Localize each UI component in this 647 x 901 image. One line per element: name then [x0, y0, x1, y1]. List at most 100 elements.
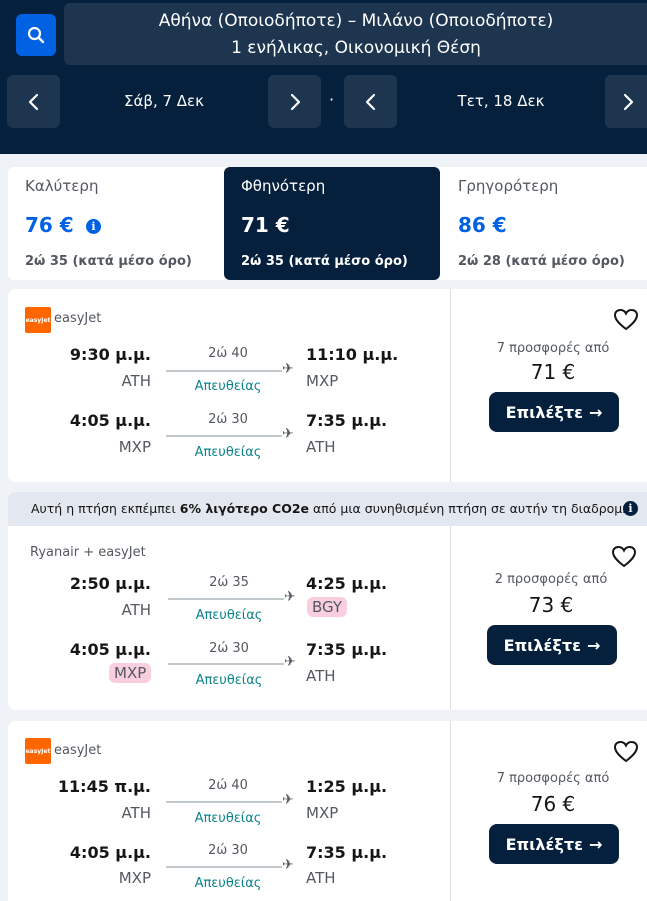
stops-label: Απευθείας — [194, 379, 262, 394]
arrow-right-icon: → — [587, 635, 601, 655]
plane-icon: ✈ — [284, 654, 296, 670]
flight-line — [168, 598, 284, 600]
arrival-time: 7:35 μ.μ. — [306, 843, 388, 862]
route-title: Αθήνα (Οποιοδήποτε) – Μιλάνο (Οποιοδήποτ… — [158, 11, 554, 31]
chevron-right-icon — [623, 93, 633, 110]
departure-time: 2:50 μ.μ. — [69, 574, 151, 593]
return-next-date-button[interactable] — [605, 75, 647, 128]
select-button[interactable]: Επιλέξτε → — [489, 392, 619, 432]
plane-icon: ✈ — [282, 426, 294, 442]
chevron-right-icon — [290, 93, 300, 110]
return-prev-date-button[interactable] — [344, 75, 397, 128]
departure-time: 11:45 π.μ. — [57, 777, 151, 796]
stops-label: Απευθείας — [195, 673, 263, 688]
offers-count: 7 προσφορές από — [496, 771, 610, 786]
arrival-time: 1:25 μ.μ. — [306, 777, 388, 796]
outbound-next-date-button[interactable] — [268, 75, 321, 128]
eco-text: Αυτή η πτήση εκπέμπει 6% λιγότερο CO2e α… — [31, 501, 630, 516]
offers-count: 2 προσφορές από — [494, 572, 608, 587]
plane-icon: ✈ — [284, 589, 296, 605]
departure-time: 9:30 μ.μ. — [69, 345, 151, 364]
search-icon — [27, 26, 45, 44]
departure-airport: MXP — [118, 869, 151, 887]
offers-count: 7 προσφορές από — [496, 341, 610, 356]
search-header: Αθήνα (Οποιοδήποτε) – Μιλάνο (Οποιοδήποτ… — [0, 0, 647, 154]
easyjet-logo: easyJet — [25, 738, 51, 764]
flight-duration: 2ώ 40 — [208, 778, 248, 793]
heart-icon[interactable] — [613, 740, 639, 764]
departure-time: 4:05 μ.μ. — [69, 640, 151, 659]
departure-time: 4:05 μ.μ. — [69, 843, 151, 862]
stops-label: Απευθείας — [194, 876, 262, 891]
airline-name: Ryanair + easyJet — [30, 545, 146, 560]
arrival-time: 11:10 μ.μ. — [306, 345, 399, 364]
arrival-airport: ATH — [306, 438, 336, 456]
search-button[interactable] — [16, 14, 56, 56]
select-button[interactable]: Επιλέξτε → — [487, 625, 617, 665]
departure-airport: ATH — [121, 804, 151, 822]
tab-price: 86 € — [458, 213, 507, 237]
select-button[interactable]: Επιλέξτε → — [489, 824, 619, 864]
chevron-left-icon — [365, 93, 375, 110]
flight-duration: 2ώ 40 — [208, 346, 248, 361]
result-card[interactable]: easyJet easyJet 11:45 π.μ. ATH 2ώ 40 ✈ Α… — [8, 721, 647, 901]
plane-icon: ✈ — [282, 361, 294, 377]
flight-line — [166, 866, 282, 868]
departure-airport: ATH — [121, 372, 151, 390]
price: 71 € — [530, 360, 576, 384]
select-label: Επιλέξτε — [503, 635, 581, 655]
select-label: Επιλέξτε — [505, 834, 583, 854]
date-separator: · — [329, 90, 335, 109]
eco-suffix: από μια συνηθισμένη πτήση σε αυτήν τη δι… — [309, 501, 631, 516]
heart-icon[interactable] — [611, 545, 637, 569]
tab-fastest[interactable]: Γρηγορότερη 86 € 2ώ 28 (κατά μέσο όρο) — [441, 167, 647, 280]
tab-duration: 2ώ 35 (κατά μέσο όρο) — [25, 254, 192, 269]
stops-label: Απευθείας — [194, 445, 262, 460]
easyjet-logo: easyJet — [25, 307, 51, 333]
card-divider — [450, 721, 451, 901]
airline-name: easyJet — [54, 743, 102, 758]
tab-duration: 2ώ 28 (κατά μέσο όρο) — [458, 254, 625, 269]
flight-line — [168, 663, 284, 665]
chevron-left-icon — [28, 93, 38, 110]
plane-icon: ✈ — [282, 792, 294, 808]
departure-time: 4:05 μ.μ. — [69, 411, 151, 430]
tab-label: Καλύτερη — [25, 177, 99, 195]
departure-airport-different: MXP — [109, 663, 152, 683]
flight-duration: 2ώ 30 — [209, 641, 249, 656]
flight-duration: 2ώ 30 — [208, 843, 248, 858]
passenger-summary: 1 ενήλικας, Οικονομική Θέση — [231, 38, 481, 58]
tab-cheapest[interactable]: Φθηνότερη 71 € 2ώ 35 (κατά μέσο όρο) — [224, 167, 440, 280]
flight-duration: 2ώ 35 — [209, 575, 249, 590]
arrival-airport: ATH — [306, 667, 336, 685]
arrival-time: 7:35 μ.μ. — [306, 411, 388, 430]
flight-line — [166, 435, 282, 437]
select-label: Επιλέξτε — [505, 402, 583, 422]
info-icon[interactable]: i — [623, 501, 638, 516]
outbound-prev-date-button[interactable] — [7, 75, 60, 128]
card-divider — [450, 526, 451, 710]
info-icon[interactable]: i — [86, 219, 101, 234]
card-divider — [450, 289, 451, 482]
stops-label: Απευθείας — [195, 608, 263, 623]
tab-best[interactable]: Καλύτερη 76 € i 2ώ 35 (κατά μέσο όρο) — [8, 167, 224, 280]
result-card[interactable]: easyJet easyJet 9:30 μ.μ. ATH 2ώ 40 ✈ Απ… — [8, 289, 647, 482]
tab-label: Γρηγορότερη — [458, 177, 559, 195]
outbound-date[interactable]: Σάβ, 7 Δεκ — [60, 90, 268, 112]
stops-label: Απευθείας — [194, 811, 262, 826]
arrow-right-icon: → — [589, 402, 603, 422]
price: 76 € — [530, 792, 576, 816]
arrival-airport: MXP — [306, 372, 339, 390]
eco-prefix: Αυτή η πτήση εκπέμπει — [31, 501, 180, 516]
tab-price: 71 € — [241, 213, 290, 237]
flight-duration: 2ώ 30 — [208, 412, 248, 427]
arrival-time: 7:35 μ.μ. — [306, 640, 388, 659]
heart-icon[interactable] — [613, 308, 639, 332]
departure-airport: ATH — [121, 601, 151, 619]
return-date[interactable]: Τετ, 18 Δεκ — [397, 90, 605, 112]
plane-icon: ✈ — [282, 857, 294, 873]
arrow-right-icon: → — [589, 834, 603, 854]
sort-tabs: Καλύτερη 76 € i 2ώ 35 (κατά μέσο όρο) Φθ… — [8, 167, 647, 280]
result-card[interactable]: Ryanair + easyJet 2:50 μ.μ. ATH 2ώ 35 ✈ … — [8, 526, 647, 710]
arrival-airport: MXP — [306, 804, 339, 822]
